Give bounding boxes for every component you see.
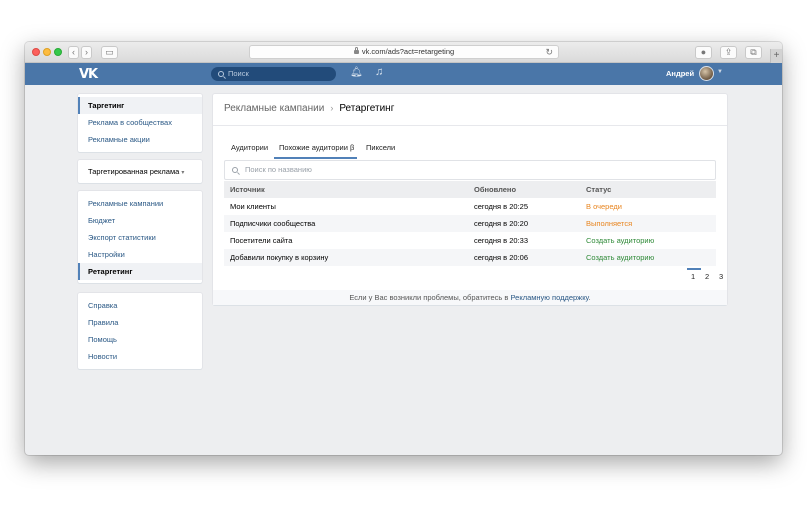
row-updated: сегодня в 20:06: [474, 253, 528, 262]
table-row[interactable]: Добавили покупку в корзину сегодня в 20:…: [224, 249, 716, 266]
active-tab-indicator: [274, 157, 357, 159]
account-selector-label: Таргетированная реклама ▾: [78, 163, 202, 180]
back-button[interactable]: ‹: [68, 46, 79, 59]
support-footer: Если у Вас возникли проблемы, обратитесь…: [213, 290, 727, 305]
page-2-link[interactable]: 2: [705, 272, 709, 281]
row-updated: сегодня в 20:20: [474, 219, 528, 228]
sidebar-item-rules[interactable]: Правила: [78, 314, 202, 331]
close-window-button[interactable]: [32, 48, 40, 56]
avatar[interactable]: [699, 66, 714, 81]
row-updated: сегодня в 20:33: [474, 236, 528, 245]
name-search-input[interactable]: Поиск по названию: [224, 160, 716, 180]
vk-logo[interactable]: VK: [79, 67, 98, 82]
share-button[interactable]: ⇪: [720, 46, 737, 59]
sidebar-icon: ▭: [105, 47, 114, 57]
search-icon: [232, 167, 238, 173]
share-icon: ⇪: [724, 47, 733, 57]
create-audience-link[interactable]: Создать аудиторию: [586, 249, 654, 266]
row-updated: сегодня в 20:25: [474, 202, 528, 211]
sidebar-item-support[interactable]: Помощь: [78, 331, 202, 348]
sidebar-ads-types: Таргетинг Реклама в сообществах Рекламны…: [78, 94, 202, 152]
status-badge: Выполняется: [586, 219, 633, 228]
footer-period: .: [588, 293, 591, 302]
footer-text: Если у Вас возникли проблемы, обратитесь…: [349, 293, 509, 302]
bell-icon[interactable]: 🔔︎: [350, 67, 363, 78]
sidebar-item-settings[interactable]: Настройки: [78, 246, 202, 263]
tab-pixels[interactable]: Пиксели: [366, 143, 395, 152]
sidebar-item-help[interactable]: Справка: [78, 297, 202, 314]
new-tab-button[interactable]: +: [770, 49, 782, 63]
search-placeholder: Поиск: [228, 69, 249, 78]
account-selector-text: Таргетированная реклама: [88, 167, 180, 176]
sidebar-cabinet-menu: Рекламные кампании Бюджет Экспорт статис…: [78, 191, 202, 283]
lock-icon: [353, 47, 359, 54]
tab-lookalike-audiences[interactable]: Похожие аудитории β: [279, 143, 354, 152]
sidebar-item-budget[interactable]: Бюджет: [78, 212, 202, 229]
breadcrumb: Рекламные кампании › Ретаргетинг: [224, 103, 394, 114]
chevron-down-icon[interactable]: ▼: [717, 69, 723, 75]
support-link[interactable]: Рекламную поддержку: [511, 293, 589, 302]
create-audience-link[interactable]: Создать аудиторию: [586, 232, 654, 249]
table-row[interactable]: Подписчики сообщества сегодня в 20:20 Вы…: [224, 215, 716, 232]
row-source: Мои клиенты: [230, 202, 276, 211]
page-3-link[interactable]: 3: [719, 272, 723, 281]
page-1-link[interactable]: 1: [691, 272, 695, 281]
reload-icon[interactable]: ↻: [545, 46, 553, 58]
row-source: Подписчики сообщества: [230, 219, 316, 228]
table-row[interactable]: Посетители сайта сегодня в 20:33 Создать…: [224, 232, 716, 249]
row-source: Посетители сайта: [230, 236, 293, 245]
sidebar-toggle-button[interactable]: ▭: [101, 46, 118, 59]
search-icon: [218, 71, 224, 77]
forward-button[interactable]: ›: [81, 46, 92, 59]
header-divider: [213, 125, 727, 126]
sidebar-help-menu: Справка Правила Помощь Новости: [78, 293, 202, 369]
user-name[interactable]: Андрей: [666, 69, 694, 78]
browser-titlebar: ‹ › ▭ vk.com/ads?act=retargeting ↻ ● ⇪ ⧉: [25, 42, 782, 63]
chevron-right-icon: ›: [330, 103, 334, 113]
minimize-window-button[interactable]: [43, 48, 51, 56]
row-source: Добавили покупку в корзину: [230, 253, 329, 262]
account-selector[interactable]: Таргетированная реклама ▾: [78, 160, 202, 183]
sidebar-item-retargeting[interactable]: Ретаргетинг: [78, 263, 202, 280]
sidebar-item-promo-actions[interactable]: Рекламные акции: [78, 131, 202, 148]
search-input[interactable]: Поиск: [211, 67, 336, 81]
table-row[interactable]: Мои клиенты сегодня в 20:25 В очереди: [224, 198, 716, 215]
chevron-left-icon: ‹: [72, 47, 75, 57]
column-header-updated[interactable]: Обновлено: [474, 181, 516, 198]
downloads-button[interactable]: ●: [695, 46, 712, 59]
chevron-right-icon: ›: [85, 47, 88, 57]
sidebar-item-news[interactable]: Новости: [78, 348, 202, 365]
name-search-placeholder: Поиск по названию: [245, 165, 312, 174]
plus-icon: +: [773, 50, 780, 61]
column-header-source[interactable]: Источник: [230, 181, 265, 198]
zoom-window-button[interactable]: [54, 48, 62, 56]
breadcrumb-parent[interactable]: Рекламные кампании: [224, 103, 324, 114]
tabs-overview-button[interactable]: ⧉: [745, 46, 762, 59]
browser-window: ‹ › ▭ vk.com/ads?act=retargeting ↻ ● ⇪ ⧉…: [25, 42, 782, 455]
url-text: vk.com/ads?act=retargeting: [361, 47, 455, 56]
download-icon: ●: [700, 47, 707, 57]
tab-audiences[interactable]: Аудитории: [231, 143, 268, 152]
table-header: Источник Обновлено Статус: [224, 181, 716, 198]
sidebar-item-campaigns[interactable]: Рекламные кампании: [78, 195, 202, 212]
sidebar-item-export-stats[interactable]: Экспорт статистики: [78, 229, 202, 246]
music-icon[interactable]: ♫: [375, 66, 383, 78]
vk-header: VK Поиск 🔔︎ ♫ Андрей ▼: [25, 63, 782, 85]
column-header-status[interactable]: Статус: [586, 181, 611, 198]
status-badge: В очереди: [586, 202, 622, 211]
sidebar-item-targeting[interactable]: Таргетинг: [78, 97, 202, 114]
sidebar-item-community-ads[interactable]: Реклама в сообществах: [78, 114, 202, 131]
current-page-indicator: [687, 268, 701, 270]
address-bar[interactable]: vk.com/ads?act=retargeting ↻: [249, 45, 559, 59]
tabs-icon: ⧉: [750, 47, 757, 57]
page-title: Ретаргетинг: [339, 103, 395, 114]
main-content: Рекламные кампании › Ретаргетинг Аудитории…: [213, 94, 727, 305]
chevron-down-icon: ▾: [181, 170, 185, 176]
